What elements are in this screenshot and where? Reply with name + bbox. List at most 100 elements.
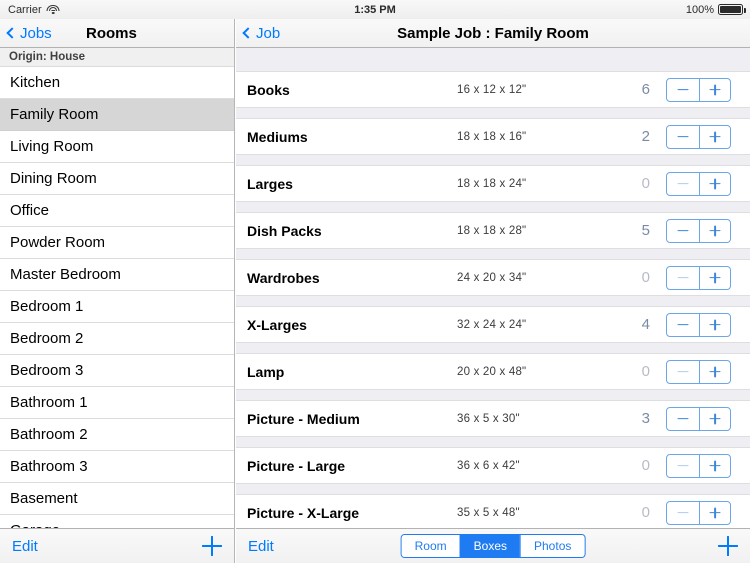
minus-icon[interactable]: [667, 455, 699, 477]
minus-icon[interactable]: [667, 361, 699, 383]
minus-icon[interactable]: [667, 79, 699, 101]
plus-icon[interactable]: [698, 313, 731, 336]
quantity-stepper[interactable]: [666, 359, 731, 384]
detail-navigation-bar: Job Sample Job : Family Room: [236, 19, 750, 48]
sidebar-title: Rooms: [86, 24, 137, 42]
quantity-stepper[interactable]: [666, 77, 731, 102]
job-back-label: Job: [256, 24, 281, 42]
sidebar-item-room[interactable]: Living Room: [0, 131, 234, 163]
box-inventory-list: Books 16 x 12 x 12" 6 Mediums 18 x 18 x 16" 2…: [236, 48, 750, 528]
sidebar-toolbar: Edit: [0, 528, 234, 563]
sidebar-edit-button[interactable]: Edit: [12, 538, 38, 555]
sidebar-item-room[interactable]: Dining Room: [0, 163, 234, 195]
sidebar-item-room[interactable]: Bedroom 1: [0, 291, 234, 323]
plus-icon[interactable]: [698, 407, 731, 430]
room-label: Bathroom 2: [10, 426, 88, 443]
box-dimensions: 18 x 18 x 28": [457, 224, 527, 237]
sidebar-item-room[interactable]: Garage: [0, 515, 234, 528]
box-count: 0: [641, 269, 650, 286]
box-dimensions: 36 x 6 x 42": [457, 459, 520, 472]
detail-edit-button[interactable]: Edit: [248, 538, 274, 555]
room-label: Bedroom 3: [10, 362, 84, 379]
box-name: Books: [247, 81, 290, 98]
sidebar-item-room[interactable]: Bathroom 1: [0, 387, 234, 419]
plus-icon[interactable]: [698, 172, 731, 195]
box-count: 2: [641, 128, 650, 145]
sidebar-item-room[interactable]: Bathroom 3: [0, 451, 234, 483]
sidebar-item-room[interactable]: Basement: [0, 483, 234, 515]
sidebar-item-room[interactable]: Bedroom 3: [0, 355, 234, 387]
job-back-button[interactable]: Job: [242, 24, 281, 42]
sidebar-add-room-button[interactable]: [202, 536, 222, 556]
quantity-stepper[interactable]: [666, 453, 731, 478]
box-row[interactable]: Picture - Large 36 x 6 x 42" 0: [236, 447, 750, 484]
detail-add-button[interactable]: [718, 536, 738, 556]
quantity-stepper[interactable]: [666, 218, 731, 243]
battery-percent-label: 100%: [685, 3, 714, 16]
segment-room[interactable]: Room: [401, 535, 460, 557]
quantity-stepper[interactable]: [666, 312, 731, 337]
segment-boxes[interactable]: Boxes: [459, 535, 521, 557]
room-label: Bedroom 2: [10, 330, 84, 347]
box-name: Picture - X-Large: [247, 504, 360, 521]
quantity-stepper[interactable]: [666, 265, 731, 290]
plus-icon[interactable]: [698, 501, 731, 524]
detail-title: Sample Job : Family Room: [397, 24, 589, 42]
box-row[interactable]: Lamp 20 x 20 x 48" 0: [236, 353, 750, 390]
plus-icon[interactable]: [698, 219, 731, 242]
sidebar-item-room[interactable]: Master Bedroom: [0, 259, 234, 291]
box-row[interactable]: Dish Packs 18 x 18 x 28" 5: [236, 212, 750, 249]
box-count: 0: [641, 363, 650, 380]
sidebar-item-room[interactable]: Kitchen: [0, 67, 234, 99]
room-label: Master Bedroom: [10, 266, 121, 283]
box-row[interactable]: X-Larges 32 x 24 x 24" 4: [236, 306, 750, 343]
box-row[interactable]: Larges 18 x 18 x 24" 0: [236, 165, 750, 202]
status-bar-right: 100%: [685, 3, 746, 16]
room-list[interactable]: Kitchen Family Room Living Room Dining Room…: [0, 67, 234, 528]
box-row[interactable]: Books 16 x 12 x 12" 6: [236, 71, 750, 108]
sidebar-navigation-bar: Jobs Rooms: [0, 19, 234, 48]
jobs-back-button[interactable]: Jobs: [6, 25, 52, 42]
plus-icon[interactable]: [698, 266, 731, 289]
sidebar-item-room[interactable]: Family Room: [0, 99, 234, 131]
minus-icon[interactable]: [667, 267, 699, 289]
plus-icon[interactable]: [698, 360, 731, 383]
quantity-stepper[interactable]: [666, 171, 731, 196]
view-mode-segmented-control[interactable]: Room Boxes Photos: [400, 534, 586, 558]
box-name: Lamp: [247, 363, 285, 380]
sidebar-item-room[interactable]: Powder Room: [0, 227, 234, 259]
box-name: Picture - Medium: [247, 410, 360, 427]
box-row[interactable]: Picture - X-Large 35 x 5 x 48" 0: [236, 494, 750, 528]
room-label: Family Room: [10, 106, 99, 123]
box-count: 0: [641, 175, 650, 192]
sidebar-item-room[interactable]: Bedroom 2: [0, 323, 234, 355]
box-name: X-Larges: [247, 316, 307, 333]
minus-icon[interactable]: [667, 408, 699, 430]
sidebar-item-room[interactable]: Office: [0, 195, 234, 227]
segment-photos[interactable]: Photos: [520, 535, 585, 557]
box-name: Dish Packs: [247, 222, 322, 239]
battery-full-icon: [718, 4, 746, 15]
plus-icon[interactable]: [698, 454, 731, 477]
quantity-stepper[interactable]: [666, 124, 731, 149]
box-row[interactable]: Wardrobes 24 x 20 x 34" 0: [236, 259, 750, 296]
plus-icon[interactable]: [698, 78, 731, 101]
room-label: Basement: [10, 490, 78, 507]
box-name: Larges: [247, 175, 293, 192]
minus-icon[interactable]: [667, 173, 699, 195]
box-dimensions: 18 x 18 x 16": [457, 130, 527, 143]
box-row[interactable]: Picture - Medium 36 x 5 x 30" 3: [236, 400, 750, 437]
room-label: Bedroom 1: [10, 298, 84, 315]
minus-icon[interactable]: [667, 314, 699, 336]
plus-icon[interactable]: [698, 125, 731, 148]
quantity-stepper[interactable]: [666, 406, 731, 431]
minus-icon[interactable]: [667, 502, 699, 524]
box-row[interactable]: Mediums 18 x 18 x 16" 2: [236, 118, 750, 155]
sidebar-item-room[interactable]: Bathroom 2: [0, 419, 234, 451]
room-label: Dining Room: [10, 170, 97, 187]
minus-icon[interactable]: [667, 126, 699, 148]
box-count: 4: [641, 316, 650, 333]
box-dimensions: 35 x 5 x 48": [457, 506, 520, 519]
minus-icon[interactable]: [667, 220, 699, 242]
quantity-stepper[interactable]: [666, 500, 731, 525]
